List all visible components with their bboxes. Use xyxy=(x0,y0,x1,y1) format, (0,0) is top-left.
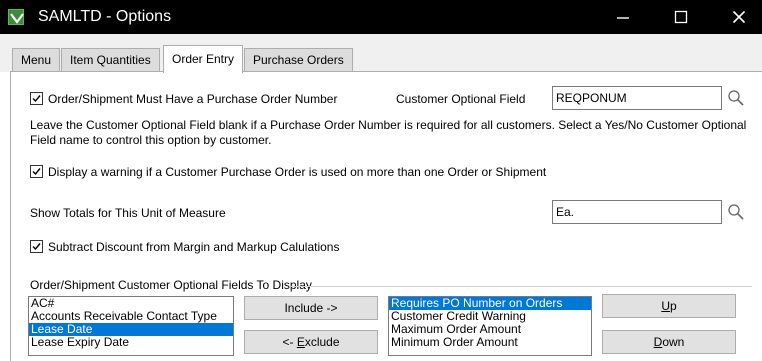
minimize-button[interactable] xyxy=(600,0,646,34)
tab-item-quantities[interactable]: Item Quantities xyxy=(61,48,160,72)
available-fields-list[interactable]: AC# Accounts Receivable Contact Type Lea… xyxy=(28,296,234,356)
list-item[interactable]: Lease Expiry Date xyxy=(29,336,233,349)
exclude-button[interactable]: <- Exclude xyxy=(244,330,378,354)
optional-fields-group-label: Order/Shipment Customer Optional Fields … xyxy=(30,278,312,292)
po-required-label: Order/Shipment Must Have a Purchase Orde… xyxy=(48,92,338,106)
tab-strip: Menu Item Quantities Order Entry Purchas… xyxy=(0,34,762,73)
magnifier-icon[interactable] xyxy=(727,89,745,107)
tab-order-entry[interactable]: Order Entry xyxy=(163,45,244,73)
checkmark-icon xyxy=(32,168,41,176)
close-icon xyxy=(732,10,746,24)
customer-optional-field-input[interactable]: REQPONUM xyxy=(552,86,722,110)
close-button[interactable] xyxy=(716,0,762,34)
exclude-button-prefix: <- xyxy=(282,335,297,349)
down-button-rest: own xyxy=(662,335,685,349)
window-title: SAMLTD - Options xyxy=(38,8,172,25)
app-logo-icon xyxy=(8,9,24,25)
list-item[interactable]: Minimum Order Amount xyxy=(389,336,591,349)
exclude-button-rest: xclude xyxy=(304,335,340,349)
subtract-discount-checkbox[interactable] xyxy=(30,240,43,253)
checkmark-icon xyxy=(32,95,41,103)
maximize-button[interactable] xyxy=(658,0,704,34)
move-up-button[interactable]: Up xyxy=(602,294,736,318)
magnifier-icon[interactable] xyxy=(727,203,745,221)
move-down-button[interactable]: Down xyxy=(602,330,736,354)
subtract-discount-label: Subtract Discount from Margin and Markup… xyxy=(48,240,340,254)
include-button[interactable]: Include -> xyxy=(244,296,378,320)
tab-purchase-orders[interactable]: Purchase Orders xyxy=(244,48,353,72)
group-divider xyxy=(290,286,752,287)
minimize-icon xyxy=(617,17,629,19)
warn-duplicate-po-label: Display a warning if a Customer Purchase… xyxy=(48,165,547,179)
tab-menu[interactable]: Menu xyxy=(12,48,61,72)
maximize-icon xyxy=(674,10,688,24)
checkmark-icon xyxy=(32,243,41,251)
up-button-rest: p xyxy=(669,299,677,313)
show-totals-uom-label: Show Totals for This Unit of Measure xyxy=(30,206,226,220)
show-totals-uom-input[interactable]: Ea. xyxy=(552,200,722,224)
up-button-mnemonic: U xyxy=(661,299,670,313)
warn-duplicate-po-checkbox[interactable] xyxy=(30,165,43,178)
exclude-button-mnemonic: E xyxy=(296,335,305,349)
optional-field-description: Leave the Customer Optional Field blank … xyxy=(30,118,747,147)
included-fields-list[interactable]: Requires PO Number on Orders Customer Cr… xyxy=(388,296,592,356)
po-required-checkbox[interactable] xyxy=(30,92,43,105)
title-bar[interactable]: SAMLTD - Options xyxy=(0,0,762,34)
customer-optional-field-label: Customer Optional Field xyxy=(396,92,526,106)
